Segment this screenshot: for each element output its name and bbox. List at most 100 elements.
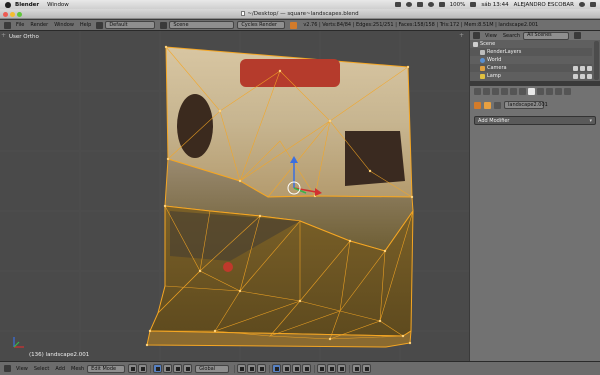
outliner-scrollbar[interactable] [594, 41, 599, 80]
outliner-view-menu[interactable]: View [482, 32, 500, 40]
cursor-icon[interactable] [580, 65, 585, 71]
outliner-item-renderlayers[interactable]: RenderLayers [470, 48, 592, 56]
object-tab-icon[interactable] [519, 87, 526, 95]
eye-icon[interactable] [573, 65, 578, 71]
3d-viewport[interactable]: + + User Ortho (136) landscape2.001 [0, 31, 469, 361]
world-tab-icon[interactable] [510, 87, 517, 95]
apple-icon[interactable] [5, 1, 11, 8]
chevron-down-icon: ▾ [589, 117, 592, 124]
menu-add[interactable]: Add [52, 365, 68, 373]
separator [314, 364, 316, 373]
battery-icon[interactable] [470, 2, 477, 7]
render-icon[interactable] [587, 65, 592, 71]
chevron-right-icon [494, 101, 501, 109]
proportional-edit-icon[interactable] [317, 364, 327, 373]
scene-item-icon [473, 41, 478, 47]
window-title: ~/Desktop/ — square~landscapes.blend [0, 11, 600, 17]
manipulator-toggle-icon[interactable] [153, 364, 163, 373]
snap-toggle-icon[interactable] [327, 364, 337, 373]
menu-window-blender[interactable]: Window [51, 21, 77, 29]
menu-select[interactable]: Select [31, 365, 52, 373]
camera-visibility-toggles[interactable] [573, 65, 592, 71]
bluetooth-icon[interactable] [416, 2, 423, 7]
layer-2-icon[interactable] [247, 364, 257, 373]
shading-mode-icon[interactable] [128, 364, 138, 373]
render-layers-tab-icon[interactable] [492, 87, 499, 95]
spotlight-icon[interactable] [579, 2, 585, 7]
limit-selection-icon[interactable] [302, 364, 312, 373]
outliner-item-label: Camera [487, 65, 507, 71]
outliner-header: View Search All Scenes [470, 31, 600, 40]
editor-type-3dview-icon[interactable] [4, 365, 11, 372]
edge-select-icon[interactable] [282, 364, 292, 373]
opengl-anim-icon[interactable] [362, 364, 372, 373]
modifiers-tab-icon[interactable] [528, 87, 535, 95]
layer-1-icon[interactable] [237, 364, 247, 373]
texture-tab-icon[interactable] [555, 87, 562, 95]
dropbox-icon[interactable] [394, 2, 401, 7]
scene-statistics: v2.76 | Verts:84/84 | Edges:251/251 | Fa… [303, 22, 539, 28]
viewport-corner-plus-icon[interactable]: + [1, 32, 6, 39]
properties-panel: landscape2.001 Add Modifier ▾ [470, 96, 600, 361]
face-select-icon[interactable] [292, 364, 302, 373]
render-tab-icon[interactable] [483, 87, 490, 95]
search-icon[interactable] [574, 32, 582, 39]
outliner-item-scene[interactable]: Scene [470, 40, 592, 48]
translate-manipulator-icon[interactable] [163, 364, 173, 373]
editor-type-properties-icon[interactable] [474, 87, 481, 95]
viewport-corner-plus-icon-right[interactable]: + [459, 32, 464, 39]
data-tab-icon[interactable] [537, 87, 544, 95]
scene-tab-icon[interactable] [501, 87, 508, 95]
editor-type-info-icon[interactable] [4, 21, 11, 29]
camera-icon [480, 65, 485, 71]
mesh-object[interactable] [145, 45, 414, 348]
clock[interactable]: sáb 13:44 [481, 2, 508, 8]
scale-manipulator-icon[interactable] [183, 364, 193, 373]
menu-window[interactable]: Window [47, 2, 69, 8]
pin-icon[interactable] [474, 101, 481, 109]
volume-icon[interactable] [438, 2, 445, 7]
outliner-item-label: World [487, 57, 502, 63]
menu-help[interactable]: Help [77, 21, 94, 29]
scene-icon[interactable] [160, 21, 168, 29]
scene-dropdown[interactable]: Scene [169, 21, 235, 29]
menu-view[interactable]: View [13, 365, 31, 373]
add-modifier-button[interactable]: Add Modifier ▾ [474, 116, 596, 125]
outliner-item-world[interactable]: World [470, 56, 592, 64]
outliner-item-camera[interactable]: Camera [470, 64, 592, 72]
outliner-item-label: Lamp [487, 73, 501, 79]
cursor-icon[interactable] [580, 73, 585, 79]
opengl-render-icon[interactable] [352, 364, 362, 373]
lamp-visibility-toggles[interactable] [573, 73, 592, 79]
renderlayers-icon [480, 49, 485, 55]
eye-icon[interactable] [573, 73, 578, 79]
vertex-select-icon[interactable] [272, 364, 282, 373]
menu-mesh[interactable]: Mesh [68, 365, 87, 373]
render-engine-dropdown[interactable]: Cycles Render [237, 21, 286, 29]
physics-tab-icon[interactable] [564, 87, 571, 95]
menu-file[interactable]: File [13, 21, 27, 29]
user-name[interactable]: ALEJANDRO ESCOBAR [514, 2, 574, 8]
time-machine-icon[interactable] [405, 2, 412, 7]
layer-3-icon[interactable] [257, 364, 267, 373]
outliner-search-menu[interactable]: Search [500, 32, 523, 40]
snap-element-icon[interactable] [337, 364, 347, 373]
material-tab-icon[interactable] [546, 87, 553, 95]
outliner-item-lamp[interactable]: Lamp [470, 72, 592, 80]
screen-layout-dropdown[interactable]: Default [105, 21, 156, 29]
rotate-manipulator-icon[interactable] [173, 364, 183, 373]
pivot-point-icon[interactable] [138, 364, 148, 373]
object-name-field[interactable]: landscape2.001 [504, 101, 548, 109]
render-icon[interactable] [587, 73, 592, 79]
screen-layout-icon[interactable] [96, 21, 104, 29]
menu-app-blender[interactable]: Blender [15, 2, 39, 8]
menu-render[interactable]: Render [27, 21, 51, 29]
outliner[interactable]: Scene RenderLayers World Camera Lamp [470, 40, 600, 81]
outliner-filter-dropdown[interactable]: All Scenes [523, 31, 570, 40]
transform-orientation-dropdown[interactable]: Global [195, 364, 230, 373]
mode-dropdown[interactable]: Edit Mode [87, 364, 126, 373]
window-title-text: ~/Desktop/ — square~landscapes.blend [247, 11, 359, 17]
notification-center-icon[interactable] [590, 2, 596, 7]
editor-type-outliner-icon[interactable] [473, 32, 480, 39]
wifi-icon[interactable] [427, 2, 434, 7]
